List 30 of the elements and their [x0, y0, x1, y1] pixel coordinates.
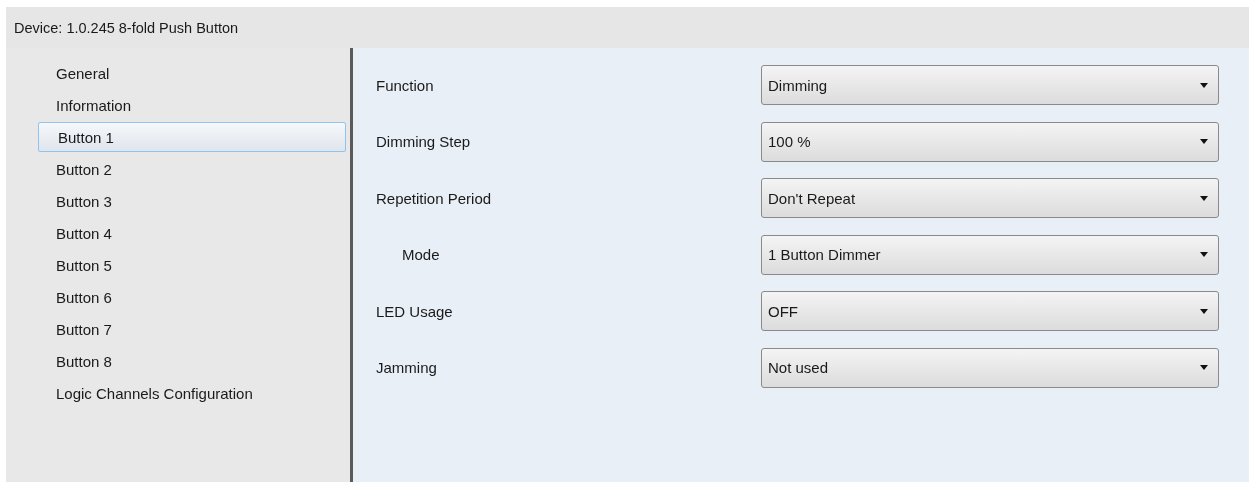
sidebar-item[interactable]: Button 8: [38, 346, 346, 376]
dropdown[interactable]: Don't Repeat: [761, 178, 1219, 218]
caret-icon: [1200, 139, 1208, 144]
sidebar-item[interactable]: Logic Channels Configuration: [38, 378, 346, 408]
caret-icon: [1200, 252, 1208, 257]
sidebar-item[interactable]: Button 1: [38, 122, 346, 152]
sidebar-item[interactable]: Button 6: [38, 282, 346, 312]
parameter-label: Dimming Step: [376, 133, 471, 150]
caret-icon: [1200, 365, 1208, 370]
parameter-label: LED Usage: [376, 302, 453, 320]
parameter-label: Jamming: [376, 359, 437, 376]
sidebar-item[interactable]: Button 4: [38, 218, 346, 248]
parameter-label: Function: [376, 76, 434, 94]
parameter-label: Mode: [401, 246, 440, 263]
dropdown[interactable]: OFF: [761, 291, 1219, 331]
parameter-label: Repetition Period: [376, 189, 492, 207]
caret-icon: [1200, 82, 1208, 88]
sidebar-item[interactable]: Button 5: [38, 250, 346, 280]
sidebar-item[interactable]: General: [38, 58, 346, 88]
sidebar-item[interactable]: Information: [38, 90, 346, 120]
dropdown[interactable]: Not used: [761, 347, 1219, 388]
dropdown[interactable]: 1 Button Dimmer: [761, 234, 1219, 275]
sidebar-item[interactable]: Button 3: [38, 186, 346, 216]
dropdown[interactable]: 100 %: [761, 121, 1219, 162]
sidebar-item[interactable]: Button 2: [38, 154, 346, 184]
caret-icon: [1200, 195, 1208, 201]
sidebar-item[interactable]: Button 7: [38, 314, 346, 344]
device-title: Device: 1.0.245 8-fold Push Button: [14, 19, 239, 36]
caret-icon: [1200, 308, 1208, 314]
dropdown[interactable]: Dimming: [761, 65, 1219, 105]
